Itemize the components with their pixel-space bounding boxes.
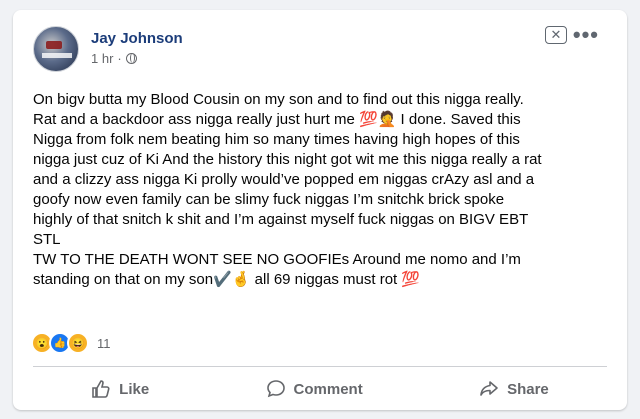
globe-icon	[125, 53, 137, 64]
post-time[interactable]: 1 hr	[91, 51, 113, 66]
post-header: Jay Johnson 1 hr · ✕ •••	[33, 22, 615, 74]
comment-button[interactable]: Comment	[236, 373, 393, 405]
meta-separator: ·	[117, 51, 122, 66]
share-icon	[479, 379, 499, 399]
post-meta: 1 hr ·	[91, 51, 137, 66]
reactions-summary[interactable]: 😮 👍 😆 11	[31, 332, 111, 354]
share-button[interactable]: Share	[449, 373, 579, 405]
close-icon: ✕	[550, 27, 562, 42]
thumbs-up-icon	[91, 379, 111, 399]
reaction-count[interactable]: 11	[97, 336, 111, 351]
haha-reaction-icon: 😆	[67, 332, 89, 354]
post-actions: Like Comment Share	[33, 372, 607, 406]
more-options-button[interactable]: •••	[573, 22, 599, 48]
more-icon: •••	[572, 22, 599, 47]
close-button[interactable]: ✕	[545, 26, 567, 44]
comment-label: Comment	[293, 380, 363, 398]
post-card: Jay Johnson 1 hr · ✕ ••• On bigv butta m…	[13, 10, 627, 410]
like-label: Like	[119, 380, 150, 398]
like-button[interactable]: Like	[61, 373, 179, 405]
comment-icon	[266, 379, 286, 399]
author-name[interactable]: Jay Johnson	[91, 30, 183, 47]
author-avatar[interactable]	[33, 26, 79, 72]
avatar-detail	[42, 53, 72, 58]
divider	[33, 366, 607, 367]
post-text: On bigv butta my Blood Cousin on my son …	[33, 91, 542, 288]
share-label: Share	[507, 380, 549, 398]
avatar-detail	[46, 41, 62, 49]
